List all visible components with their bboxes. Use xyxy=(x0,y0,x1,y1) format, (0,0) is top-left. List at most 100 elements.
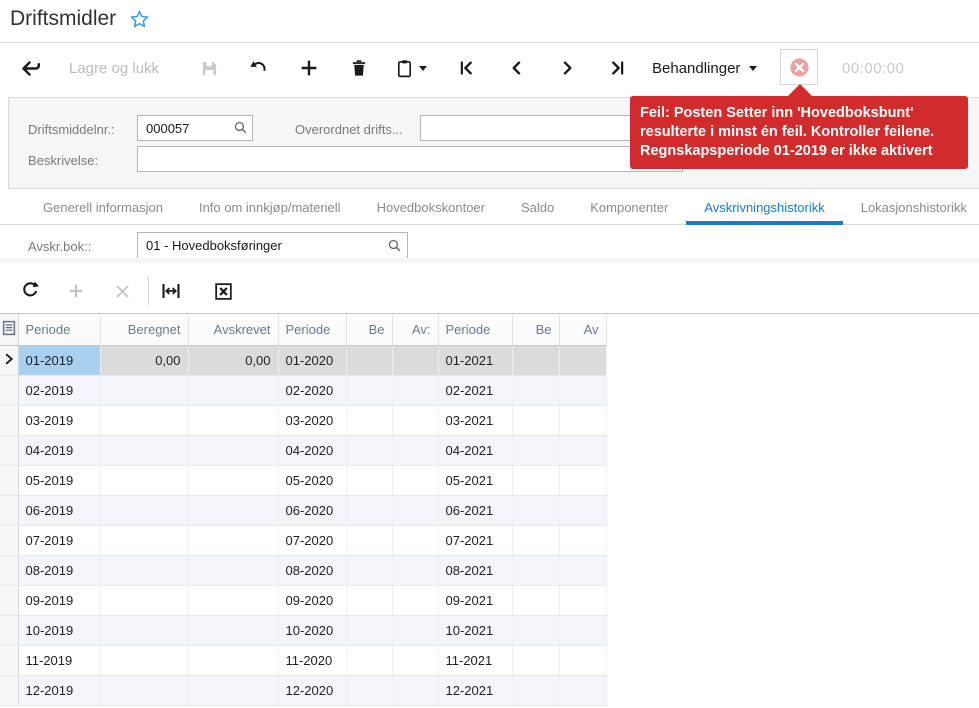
table-row[interactable]: 02-2019 02-2020 02-2021 xyxy=(0,375,607,406)
column-header-6[interactable]: Periode xyxy=(438,314,513,346)
depreciation-book-input[interactable] xyxy=(137,232,408,259)
table-cell[interactable] xyxy=(392,405,439,436)
table-cell[interactable] xyxy=(346,615,393,646)
table-cell[interactable] xyxy=(392,375,439,406)
table-cell[interactable]: 05-2021 xyxy=(438,465,513,496)
table-row[interactable]: 10-2019 10-2020 10-2021 xyxy=(0,615,607,646)
error-status-button[interactable] xyxy=(780,49,818,85)
save-button[interactable] xyxy=(194,53,224,83)
table-row[interactable]: 06-2019 06-2020 06-2021 xyxy=(0,495,607,526)
table-cell[interactable]: 02-2019 xyxy=(18,375,101,406)
table-cell[interactable] xyxy=(512,405,560,436)
table-cell[interactable] xyxy=(100,525,189,556)
add-button[interactable] xyxy=(294,53,324,83)
table-cell[interactable] xyxy=(512,615,560,646)
table-cell[interactable]: 02-2020 xyxy=(278,375,347,406)
column-header-1[interactable]: Beregnet xyxy=(100,314,189,346)
table-cell[interactable] xyxy=(512,375,560,406)
table-cell[interactable] xyxy=(559,375,607,406)
table-cell[interactable] xyxy=(346,405,393,436)
table-cell[interactable] xyxy=(559,555,607,586)
save-and-close-button[interactable]: Lagre og lukk xyxy=(69,53,159,83)
table-cell[interactable] xyxy=(346,375,393,406)
table-cell[interactable]: 09-2021 xyxy=(438,585,513,616)
table-cell[interactable]: 01-2020 xyxy=(278,345,347,376)
table-cell[interactable] xyxy=(559,615,607,646)
table-cell[interactable]: 12-2019 xyxy=(18,675,101,706)
tab-info-om-innkjøp-materiell[interactable]: Info om innkjøp/materiell xyxy=(181,189,359,225)
table-cell[interactable] xyxy=(188,375,279,406)
table-cell[interactable] xyxy=(346,675,393,706)
last-record-button[interactable] xyxy=(602,53,632,83)
table-cell[interactable] xyxy=(100,675,189,706)
table-cell[interactable]: 09-2019 xyxy=(18,585,101,616)
table-cell[interactable]: 10-2021 xyxy=(438,615,513,646)
first-record-button[interactable] xyxy=(452,53,482,83)
table-cell[interactable]: 12-2021 xyxy=(438,675,513,706)
table-cell[interactable] xyxy=(392,435,439,466)
table-cell[interactable] xyxy=(100,465,189,496)
favorite-star-icon[interactable] xyxy=(128,8,151,31)
column-header-4[interactable]: Be xyxy=(346,314,393,346)
table-cell[interactable] xyxy=(188,585,279,616)
table-row[interactable]: 11-2019 11-2020 11-2021 xyxy=(0,645,607,676)
table-cell[interactable] xyxy=(392,585,439,616)
table-cell[interactable] xyxy=(512,525,560,556)
table-cell[interactable] xyxy=(512,435,560,466)
table-cell[interactable]: 10-2019 xyxy=(18,615,101,646)
table-cell[interactable]: 08-2020 xyxy=(278,555,347,586)
table-cell[interactable] xyxy=(188,615,279,646)
table-cell[interactable] xyxy=(559,675,607,706)
table-cell[interactable]: 07-2019 xyxy=(18,525,101,556)
table-cell[interactable] xyxy=(392,495,439,526)
previous-record-button[interactable] xyxy=(502,53,532,83)
table-cell[interactable] xyxy=(392,555,439,586)
table-cell[interactable] xyxy=(559,585,607,616)
table-cell[interactable] xyxy=(100,585,189,616)
table-cell[interactable]: 07-2021 xyxy=(438,525,513,556)
table-cell[interactable] xyxy=(346,645,393,676)
table-cell[interactable]: 06-2020 xyxy=(278,495,347,526)
table-cell[interactable] xyxy=(188,435,279,466)
table-cell[interactable]: 06-2019 xyxy=(18,495,101,526)
table-cell[interactable] xyxy=(188,465,279,496)
table-cell[interactable] xyxy=(512,555,560,586)
column-header-8[interactable]: Av xyxy=(559,314,607,346)
next-record-button[interactable] xyxy=(552,53,582,83)
column-header-5[interactable]: Av: xyxy=(392,314,439,346)
table-cell[interactable] xyxy=(559,465,607,496)
table-cell[interactable] xyxy=(512,675,560,706)
table-cell[interactable] xyxy=(346,345,393,376)
table-cell[interactable]: 11-2020 xyxy=(278,645,347,676)
table-cell[interactable] xyxy=(188,675,279,706)
table-cell[interactable]: 0,00 xyxy=(100,345,189,376)
table-cell[interactable] xyxy=(392,615,439,646)
table-cell[interactable]: 04-2021 xyxy=(438,435,513,466)
table-cell[interactable] xyxy=(100,555,189,586)
table-cell[interactable] xyxy=(559,405,607,436)
table-row[interactable]: 01-2019 0,00 0,00 01-2020 01-2021 xyxy=(0,345,607,376)
table-cell[interactable] xyxy=(392,675,439,706)
table-cell[interactable] xyxy=(346,585,393,616)
table-cell[interactable]: 03-2020 xyxy=(278,405,347,436)
table-row[interactable]: 07-2019 07-2020 07-2021 xyxy=(0,525,607,556)
table-cell[interactable] xyxy=(100,495,189,526)
table-cell[interactable] xyxy=(346,495,393,526)
table-cell[interactable] xyxy=(512,585,560,616)
table-cell[interactable]: 11-2019 xyxy=(18,645,101,676)
table-cell[interactable] xyxy=(392,345,439,376)
table-cell[interactable]: 11-2021 xyxy=(438,645,513,676)
delete-button[interactable] xyxy=(344,53,374,83)
table-cell[interactable]: 01-2019 xyxy=(18,345,101,376)
table-cell[interactable] xyxy=(346,465,393,496)
table-cell[interactable] xyxy=(188,495,279,526)
table-cell[interactable]: 08-2019 xyxy=(18,555,101,586)
table-cell[interactable]: 03-2019 xyxy=(18,405,101,436)
tab-komponenter[interactable]: Komponenter xyxy=(572,189,686,225)
table-row[interactable]: 08-2019 08-2020 08-2021 xyxy=(0,555,607,586)
table-cell[interactable] xyxy=(188,645,279,676)
table-cell[interactable] xyxy=(559,435,607,466)
tab-generell-informasjon[interactable]: Generell informasjon xyxy=(25,189,181,225)
export-excel-button[interactable] xyxy=(210,278,236,304)
table-cell[interactable] xyxy=(100,615,189,646)
